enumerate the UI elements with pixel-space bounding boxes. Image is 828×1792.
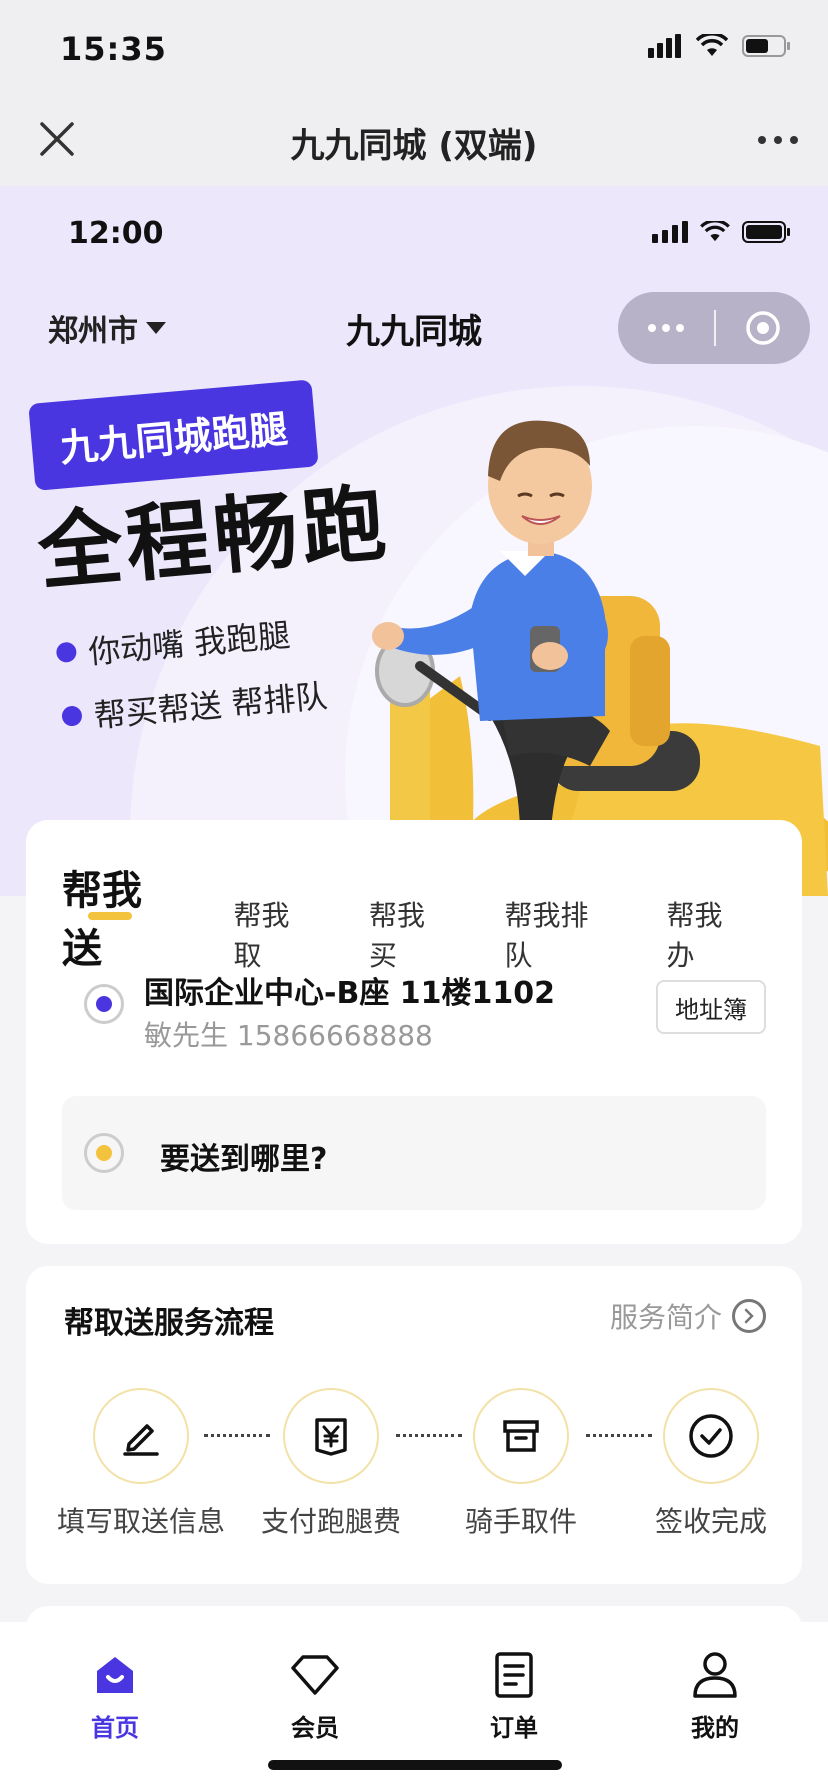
service-tabs: 帮我送 帮我取 帮我买 帮我排队 帮我办	[62, 858, 802, 974]
courier-scooter-illustration	[370, 420, 828, 896]
user-icon	[655, 1646, 775, 1704]
home-indicator	[268, 1760, 562, 1770]
chevron-right-icon	[732, 1299, 766, 1333]
flow-step: 骑手取件	[426, 1388, 616, 1540]
flow-step: 支付跑腿费	[236, 1388, 426, 1540]
flow-step: 填写取送信息	[46, 1388, 236, 1540]
nav-home[interactable]: 首页	[55, 1646, 175, 1743]
destination-marker-icon	[84, 1133, 124, 1173]
flow-step-label: 骑手取件	[464, 1505, 577, 1538]
mini-status-icons	[652, 220, 792, 244]
hero-banner: 12:00 郑州市 九九同城 九九同城跑腿 全程畅跑 你动嘴 我跑腿 帮买帮送 …	[0, 186, 828, 896]
tab-buy[interactable]: 帮我买	[369, 894, 448, 974]
bullet-dot	[61, 705, 83, 727]
nav-label: 订单	[490, 1714, 538, 1742]
pickup-contact[interactable]: 敏先生 15866668888	[144, 1014, 433, 1054]
cellular-signal-icon	[648, 34, 681, 58]
hero-bullet: 你动嘴 我跑腿	[54, 607, 323, 676]
wifi-icon	[700, 221, 730, 242]
nav-label: 我的	[691, 1714, 739, 1742]
home-icon	[55, 1646, 175, 1704]
tab-errand[interactable]: 帮我办	[666, 894, 745, 974]
destination-placeholder: 要送到哪里?	[160, 1142, 328, 1177]
service-flow-card: 帮取送服务流程 服务简介 填写取送信息 支付跑腿费 骑手取件 签收完成	[26, 1266, 802, 1584]
hero-bullet: 帮买帮送 帮排队	[60, 671, 329, 740]
os-status-bar: 15:35	[0, 0, 828, 96]
archive-box-icon	[473, 1388, 569, 1484]
yuan-receipt-icon	[283, 1388, 379, 1484]
host-title: 九九同城 (双端)	[290, 126, 538, 166]
nav-profile[interactable]: 我的	[655, 1646, 775, 1743]
diamond-icon	[255, 1646, 375, 1704]
address-book-button[interactable]: 地址簿	[656, 980, 766, 1034]
flow-step-label: 支付跑腿费	[260, 1505, 401, 1538]
pencil-icon	[93, 1388, 189, 1484]
os-time: 15:35	[60, 30, 167, 68]
capsule-more-icon[interactable]	[618, 324, 714, 332]
cellular-signal-icon	[652, 221, 688, 243]
pickup-address[interactable]: 国际企业中心-B座 11楼1102	[144, 968, 555, 1012]
tab-queue[interactable]: 帮我排队	[505, 894, 611, 974]
nav-label: 会员	[291, 1714, 339, 1742]
active-tab-indicator	[88, 912, 132, 920]
bullet-dot	[55, 641, 78, 664]
delivery-form-card: 帮我送 帮我取 帮我买 帮我排队 帮我办 国际企业中心-B座 11楼1102 敏…	[26, 820, 802, 1244]
more-options-icon[interactable]	[758, 136, 798, 144]
check-circle-icon	[663, 1388, 759, 1484]
nav-orders[interactable]: 订单	[454, 1646, 574, 1743]
battery-icon	[742, 221, 790, 243]
nav-label: 首页	[91, 1714, 139, 1742]
hero-bullets: 你动嘴 我跑腿 帮买帮送 帮排队	[54, 607, 330, 758]
destination-input[interactable]: 要送到哪里?	[62, 1096, 766, 1210]
nav-member[interactable]: 会员	[255, 1646, 375, 1743]
tab-pickup[interactable]: 帮我取	[234, 894, 313, 974]
flow-step-label: 填写取送信息	[56, 1505, 225, 1538]
pickup-marker-icon	[84, 984, 124, 1024]
mini-status-time: 12:00	[68, 216, 164, 251]
wifi-icon	[696, 34, 728, 56]
flow-title: 帮取送服务流程	[64, 1306, 274, 1341]
os-status-icons	[648, 34, 792, 58]
flow-step-label: 签收完成	[654, 1505, 767, 1538]
battery-icon	[742, 35, 790, 57]
host-title-bar: 九九同城 (双端)	[0, 96, 828, 186]
flow-step: 签收完成	[616, 1388, 806, 1540]
document-icon	[454, 1646, 574, 1704]
service-intro-link[interactable]: 服务简介	[610, 1296, 766, 1336]
